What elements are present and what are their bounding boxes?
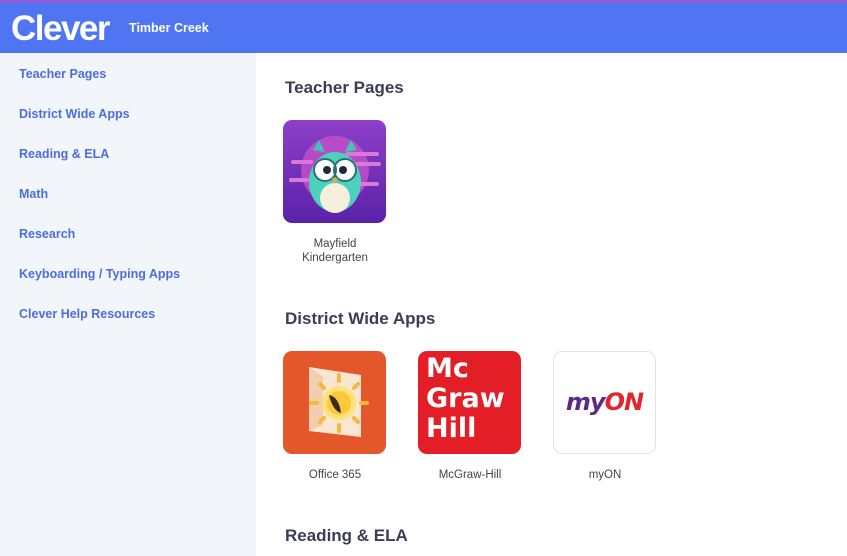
section-title-reading-ela: Reading & ELA	[285, 526, 408, 545]
app-tile-myon[interactable]: myON myON	[553, 351, 657, 482]
office-365-icon	[283, 351, 386, 454]
sidebar-item-district-wide-apps[interactable]: District Wide Apps	[19, 107, 130, 121]
mcgraw-line-2: Graw	[426, 383, 505, 414]
myon-logo-on: ON	[604, 388, 644, 416]
owl-icon	[283, 120, 386, 223]
app-tile-mayfield[interactable]: Mayfield Kindergarten	[283, 120, 387, 266]
sidebar-item-reading-ela[interactable]: Reading & ELA	[19, 147, 109, 161]
sidebar-item-research[interactable]: Research	[19, 227, 75, 241]
app-tile-mcgraw-hill[interactable]: Mc Graw Hill McGraw-Hill	[418, 351, 522, 482]
app-label: Mayfield Kindergarten	[302, 238, 368, 265]
sidebar: Teacher Pages District Wide Apps Reading…	[0, 53, 256, 556]
section-title-district-wide-apps: District Wide Apps	[285, 309, 436, 328]
top-header: Clever Timber Creek	[0, 3, 847, 53]
app-tile-office-365[interactable]: Office 365	[283, 351, 387, 482]
mcgraw-line-1: Mc	[426, 353, 469, 384]
clever-logo[interactable]: Clever	[11, 11, 111, 46]
mcgraw-hill-icon: Mc Graw Hill	[418, 351, 521, 454]
sidebar-item-math[interactable]: Math	[19, 187, 48, 201]
myon-icon: myON	[553, 351, 656, 454]
app-label: myON	[588, 469, 622, 481]
app-label: McGraw-Hill	[438, 469, 502, 481]
section-title-teacher-pages: Teacher Pages	[285, 78, 404, 97]
mcgraw-line-3: Hill	[426, 413, 477, 444]
sidebar-item-teacher-pages[interactable]: Teacher Pages	[19, 67, 106, 81]
myon-logo-my: my	[565, 388, 606, 416]
sidebar-item-keyboarding[interactable]: Keyboarding / Typing Apps	[19, 267, 180, 281]
sidebar-item-clever-help[interactable]: Clever Help Resources	[19, 307, 155, 321]
app-label: Office 365	[308, 469, 362, 481]
district-name[interactable]: Timber Creek	[129, 21, 209, 35]
